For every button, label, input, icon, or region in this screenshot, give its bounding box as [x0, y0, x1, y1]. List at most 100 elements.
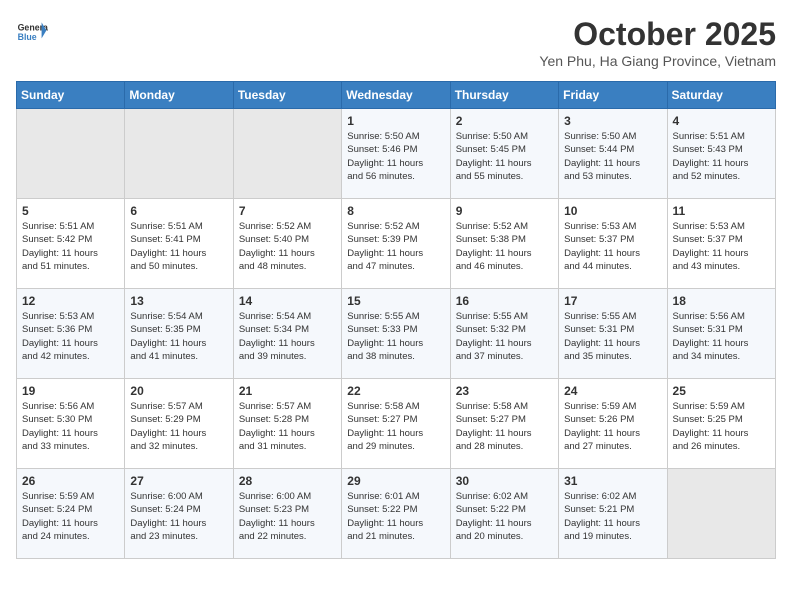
calendar-cell: 14Sunrise: 5:54 AMSunset: 5:34 PMDayligh…	[233, 289, 341, 379]
cell-info: and 42 minutes.	[22, 350, 119, 363]
cell-info: Sunset: 5:26 PM	[564, 413, 661, 426]
cell-info: Sunrise: 5:55 AM	[347, 310, 444, 323]
cell-info: Sunrise: 5:52 AM	[456, 220, 553, 233]
calendar-cell: 2Sunrise: 5:50 AMSunset: 5:45 PMDaylight…	[450, 109, 558, 199]
cell-info: Sunset: 5:34 PM	[239, 323, 336, 336]
cell-info: Daylight: 11 hours	[564, 157, 661, 170]
cell-info: Sunrise: 5:53 AM	[22, 310, 119, 323]
calendar-cell: 31Sunrise: 6:02 AMSunset: 5:21 PMDayligh…	[559, 469, 667, 559]
cell-info: Sunset: 5:21 PM	[564, 503, 661, 516]
day-number: 8	[347, 204, 444, 218]
cell-info: Sunset: 5:41 PM	[130, 233, 227, 246]
cell-info: Sunset: 5:35 PM	[130, 323, 227, 336]
calendar-cell	[125, 109, 233, 199]
weekday-header: Friday	[559, 82, 667, 109]
calendar-cell: 18Sunrise: 5:56 AMSunset: 5:31 PMDayligh…	[667, 289, 775, 379]
cell-info: Sunset: 5:25 PM	[673, 413, 770, 426]
cell-info: Daylight: 11 hours	[564, 427, 661, 440]
day-number: 17	[564, 294, 661, 308]
day-number: 15	[347, 294, 444, 308]
cell-info: Daylight: 11 hours	[456, 247, 553, 260]
cell-info: and 34 minutes.	[673, 350, 770, 363]
cell-info: Sunset: 5:30 PM	[22, 413, 119, 426]
cell-info: Sunset: 5:22 PM	[456, 503, 553, 516]
cell-info: Daylight: 11 hours	[239, 337, 336, 350]
cell-info: Sunset: 5:27 PM	[456, 413, 553, 426]
weekday-header: Sunday	[17, 82, 125, 109]
cell-info: and 33 minutes.	[22, 440, 119, 453]
cell-info: and 29 minutes.	[347, 440, 444, 453]
cell-info: Daylight: 11 hours	[239, 427, 336, 440]
cell-info: Daylight: 11 hours	[347, 337, 444, 350]
calendar-cell: 19Sunrise: 5:56 AMSunset: 5:30 PMDayligh…	[17, 379, 125, 469]
cell-info: Sunrise: 5:59 AM	[564, 400, 661, 413]
weekday-header-row: SundayMondayTuesdayWednesdayThursdayFrid…	[17, 82, 776, 109]
cell-info: Sunset: 5:42 PM	[22, 233, 119, 246]
calendar-cell: 5Sunrise: 5:51 AMSunset: 5:42 PMDaylight…	[17, 199, 125, 289]
cell-info: Daylight: 11 hours	[22, 427, 119, 440]
cell-info: Daylight: 11 hours	[22, 337, 119, 350]
cell-info: Sunset: 5:33 PM	[347, 323, 444, 336]
cell-info: Daylight: 11 hours	[239, 517, 336, 530]
calendar-cell: 16Sunrise: 5:55 AMSunset: 5:32 PMDayligh…	[450, 289, 558, 379]
cell-info: Daylight: 11 hours	[347, 427, 444, 440]
cell-info: Sunset: 5:36 PM	[22, 323, 119, 336]
calendar-cell: 1Sunrise: 5:50 AMSunset: 5:46 PMDaylight…	[342, 109, 450, 199]
cell-info: and 47 minutes.	[347, 260, 444, 273]
calendar-cell: 26Sunrise: 5:59 AMSunset: 5:24 PMDayligh…	[17, 469, 125, 559]
cell-info: Daylight: 11 hours	[22, 517, 119, 530]
cell-info: and 32 minutes.	[130, 440, 227, 453]
cell-info: Daylight: 11 hours	[347, 157, 444, 170]
page-header: General Blue October 2025 Yen Phu, Ha Gi…	[16, 16, 776, 69]
calendar-cell: 7Sunrise: 5:52 AMSunset: 5:40 PMDaylight…	[233, 199, 341, 289]
cell-info: Sunrise: 5:58 AM	[347, 400, 444, 413]
weekday-header: Saturday	[667, 82, 775, 109]
cell-info: Sunset: 5:37 PM	[564, 233, 661, 246]
calendar-cell: 20Sunrise: 5:57 AMSunset: 5:29 PMDayligh…	[125, 379, 233, 469]
calendar-cell: 29Sunrise: 6:01 AMSunset: 5:22 PMDayligh…	[342, 469, 450, 559]
cell-info: and 28 minutes.	[456, 440, 553, 453]
cell-info: Sunrise: 5:58 AM	[456, 400, 553, 413]
cell-info: Daylight: 11 hours	[456, 157, 553, 170]
cell-info: and 56 minutes.	[347, 170, 444, 183]
day-number: 14	[239, 294, 336, 308]
cell-info: and 23 minutes.	[130, 530, 227, 543]
cell-info: Daylight: 11 hours	[673, 427, 770, 440]
cell-info: Sunset: 5:24 PM	[130, 503, 227, 516]
day-number: 21	[239, 384, 336, 398]
cell-info: and 31 minutes.	[239, 440, 336, 453]
calendar-cell: 9Sunrise: 5:52 AMSunset: 5:38 PMDaylight…	[450, 199, 558, 289]
day-number: 19	[22, 384, 119, 398]
cell-info: and 38 minutes.	[347, 350, 444, 363]
day-number: 22	[347, 384, 444, 398]
cell-info: and 19 minutes.	[564, 530, 661, 543]
day-number: 4	[673, 114, 770, 128]
calendar-cell: 10Sunrise: 5:53 AMSunset: 5:37 PMDayligh…	[559, 199, 667, 289]
cell-info: Sunrise: 5:50 AM	[564, 130, 661, 143]
calendar-cell: 27Sunrise: 6:00 AMSunset: 5:24 PMDayligh…	[125, 469, 233, 559]
calendar-week-row: 5Sunrise: 5:51 AMSunset: 5:42 PMDaylight…	[17, 199, 776, 289]
cell-info: Daylight: 11 hours	[564, 337, 661, 350]
cell-info: Sunrise: 5:53 AM	[564, 220, 661, 233]
cell-info: Sunset: 5:37 PM	[673, 233, 770, 246]
day-number: 5	[22, 204, 119, 218]
day-number: 13	[130, 294, 227, 308]
cell-info: Sunset: 5:31 PM	[673, 323, 770, 336]
day-number: 25	[673, 384, 770, 398]
day-number: 11	[673, 204, 770, 218]
calendar-week-row: 12Sunrise: 5:53 AMSunset: 5:36 PMDayligh…	[17, 289, 776, 379]
day-number: 29	[347, 474, 444, 488]
day-number: 7	[239, 204, 336, 218]
cell-info: and 50 minutes.	[130, 260, 227, 273]
cell-info: Sunset: 5:22 PM	[347, 503, 444, 516]
day-number: 26	[22, 474, 119, 488]
cell-info: Sunset: 5:44 PM	[564, 143, 661, 156]
day-number: 28	[239, 474, 336, 488]
cell-info: Daylight: 11 hours	[130, 337, 227, 350]
calendar-cell: 13Sunrise: 5:54 AMSunset: 5:35 PMDayligh…	[125, 289, 233, 379]
calendar-cell: 17Sunrise: 5:55 AMSunset: 5:31 PMDayligh…	[559, 289, 667, 379]
cell-info: Sunset: 5:45 PM	[456, 143, 553, 156]
cell-info: and 26 minutes.	[673, 440, 770, 453]
cell-info: Sunrise: 6:00 AM	[239, 490, 336, 503]
cell-info: Daylight: 11 hours	[564, 517, 661, 530]
